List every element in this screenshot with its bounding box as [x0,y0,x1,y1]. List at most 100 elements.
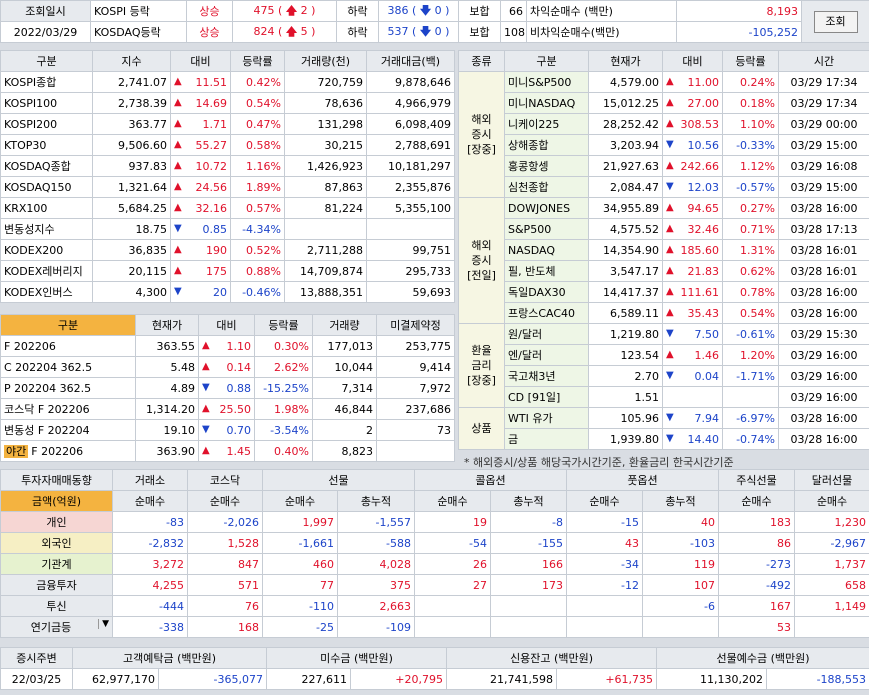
futures-price: 19.10 [135,419,199,441]
index-value: 2,741.07 [92,71,171,93]
investor-row[interactable]: 외국인 -2,832 1,528 -1,661 -588 -54 -155 43 -103 86-… [0,532,869,554]
query-date-label: 조회일시 [0,0,91,22]
world-row[interactable]: NASDAQ14,354.90185.601.31%03/28 16:01 [459,239,869,261]
world-group-label: 환율 금리 [장중] [458,323,505,408]
world-change: 14.40 [662,428,723,450]
index-row[interactable]: KODEX레버리지20,1151750.88%14,709,874295,733 [0,260,455,282]
world-time: 03/28 16:00 [778,428,869,450]
world-row[interactable]: 독일DAX3014,417.37111.610.78%03/28 16:00 [459,281,869,303]
world-change: 12.03 [662,176,723,198]
world-time: 03/29 16:00 [778,386,869,408]
world-time: 03/29 17:34 [778,71,869,93]
world-row[interactable]: 해외 증시 [장중]미니S&P5004,579.0011.000.24%03/2… [458,71,869,198]
index-change: 14.69 [170,92,231,114]
world-change: 94.65 [662,197,723,219]
world-name: 미니S&P500 [504,71,589,93]
world-row[interactable]: 프랑스CAC406,589.1135.430.54%03/28 16:00 [459,302,869,324]
investor-group-header: 풋옵션 [566,469,719,491]
index-name: KOSPI100 [0,92,93,114]
futures-row[interactable]: F 202206 363.551.100.30%177,013253,775 [0,335,455,357]
world-time: 03/28 16:00 [778,302,869,324]
world-row[interactable]: S&P5004,575.5232.460.71%03/28 17:13 [459,218,869,240]
world-row[interactable]: 상해종합3,203.9410.56-0.33%03/29 15:00 [459,134,869,156]
kospi-up-count: 475 ( 🡅 2 ) [232,0,337,22]
futures-name-text: 코스닥 F 202206 [4,403,90,416]
col-header: 시간 [778,50,869,72]
world-name: 상해종합 [504,134,589,156]
index-row[interactable]: KOSDAQ종합937.8310.721.16%1,426,92310,181,… [0,155,455,177]
futures-volume: 177,013 [312,335,377,357]
index-amount: 59,693 [366,281,455,303]
investor-value: 4,255 [112,574,188,596]
world-row[interactable]: 미니NASDAQ15,012.2527.000.18%03/29 17:34 [459,92,869,114]
kosdaq-down-label: 하락 [336,21,379,43]
index-row[interactable]: KOSPI200363.771.710.47%131,2986,098,409 [0,113,455,135]
index-row[interactable]: KODEX인버스4,30020-0.46%13,888,35159,693 [0,281,455,303]
world-time: 03/28 16:00 [778,281,869,303]
world-change: 7.94 [662,407,723,429]
index-rate: 0.57% [230,197,285,219]
index-row[interactable]: 변동성지수18.750.85-4.34% [0,218,455,240]
investor-row[interactable]: 투신 -444 76 -110 2,663 -6 167 1,149 [0,595,869,617]
index-name: KOSPI종합 [0,71,93,93]
index-rate: 1.16% [230,155,285,177]
world-row[interactable]: CD [91일] 1.51 03/29 16:00 [459,386,869,408]
kosdaq-flat-label: 보합 [458,21,501,43]
index-row[interactable]: KOSDAQ1501,321.6424.561.89%87,8632,355,8… [0,176,455,198]
investor-row[interactable]: 기관계 3,272 847 460 4,028 26 166 -34 119 -273 1,737 [0,553,869,575]
futures-row[interactable]: 코스닥 F 202206 1,314.2025.501.98%46,844237,… [0,398,455,420]
investor-name[interactable]: 연기금등 ▼ [0,616,113,638]
col-header: 대비 [198,314,255,336]
index-value: 18.75 [92,218,171,240]
world-rate: -0.57% [722,176,779,198]
index-row[interactable]: KOSPI1002,738.3914.690.54%78,6364,966,97… [0,92,455,114]
world-row[interactable]: 엔/달러123.541.461.20%03/29 16:00 [459,344,869,366]
index-value: 1,321.64 [92,176,171,198]
futures-row[interactable]: P 202204 362.5 4.890.88-15.25%7,3147,972 [0,377,455,399]
world-row[interactable]: 상품WTI 유가105.967.94-6.97%03/28 16:00 [458,407,869,450]
world-row[interactable]: 해외 증시 [전일]DOWJONES34,955.8994.650.27%03/… [458,197,869,324]
investor-row[interactable]: 개인 -83 -2,026 1,997 -1,557 19 -8 -15 40 183 1,230 [0,511,869,533]
index-value: 937.83 [92,155,171,177]
investor-sub-header: 순매수 [566,490,643,512]
futures-row[interactable]: 야간F 202206363.901.450.40%8,823 [0,440,455,462]
index-row[interactable]: KOSPI종합2,741.0711.510.42%720,7599,878,64… [0,71,455,93]
futures-name: P 202204 362.5 [0,377,136,399]
world-row[interactable]: 니케이22528,252.42308.531.10%03/29 00:00 [459,113,869,135]
investor-group-header: 콜옵션 [414,469,567,491]
kospi-flat-count: 66 [500,0,527,22]
futures-volume: 7,314 [312,377,377,399]
index-row[interactable]: KODEX20036,8351900.52%2,711,28899,751 [0,239,455,261]
deposit-value: 62,977,170 [72,668,159,690]
query-button[interactable]: 조회 [813,10,858,33]
futures-row[interactable]: C 202204 362.5 5.480.142.62%10,0449,414 [0,356,455,378]
futures-change: 0.88 [198,377,255,399]
world-row[interactable]: 국고채3년2.700.04-1.71%03/29 16:00 [459,365,869,387]
futures-oi: 253,775 [376,335,455,357]
dropdown-arrow-icon[interactable]: ▼ [98,619,109,629]
deposit-change: -365,077 [157,668,268,690]
index-row[interactable]: KRX1005,684.2532.160.57%81,2245,355,100 [0,197,455,219]
world-row[interactable]: 홍콩항셍21,927.63242.661.12%03/29 16:08 [459,155,869,177]
investor-row[interactable]: 금융투자 4,255 571 77 375 27 173 -12 107 -492 658 [0,574,869,596]
world-time: 03/29 16:00 [778,344,869,366]
investor-row[interactable]: 연기금등 ▼ -338 168 -25 -109 53 [0,616,869,638]
world-price: 1,219.80 [588,323,663,345]
index-amount: 5,355,100 [366,197,455,219]
col-header: 등락률 [722,50,779,72]
world-row[interactable]: 필, 반도체3,547.1721.830.62%03/28 16:01 [459,260,869,282]
investor-value: 658 [794,574,869,596]
world-row[interactable]: 환율 금리 [장중]원/달러1,219.807.50-0.61%03/29 15… [458,323,869,408]
world-row[interactable]: 심천종합2,084.4712.03-0.57%03/29 15:00 [459,176,869,198]
index-value: 5,684.25 [92,197,171,219]
world-change: 32.46 [662,218,723,240]
world-price: 105.96 [588,407,663,429]
investor-value: -103 [642,532,719,554]
world-rate: 1.31% [722,239,779,261]
world-time: 03/29 15:00 [778,134,869,156]
index-rate: 0.47% [230,113,285,135]
world-row[interactable]: 금1,939.8014.40-0.74%03/28 16:00 [459,428,869,450]
index-amount: 99,751 [366,239,455,261]
futures-row[interactable]: 변동성 F 202204 19.100.70-3.54%273 [0,419,455,441]
index-row[interactable]: KTOP309,506.6055.270.58%30,2152,788,691 [0,134,455,156]
